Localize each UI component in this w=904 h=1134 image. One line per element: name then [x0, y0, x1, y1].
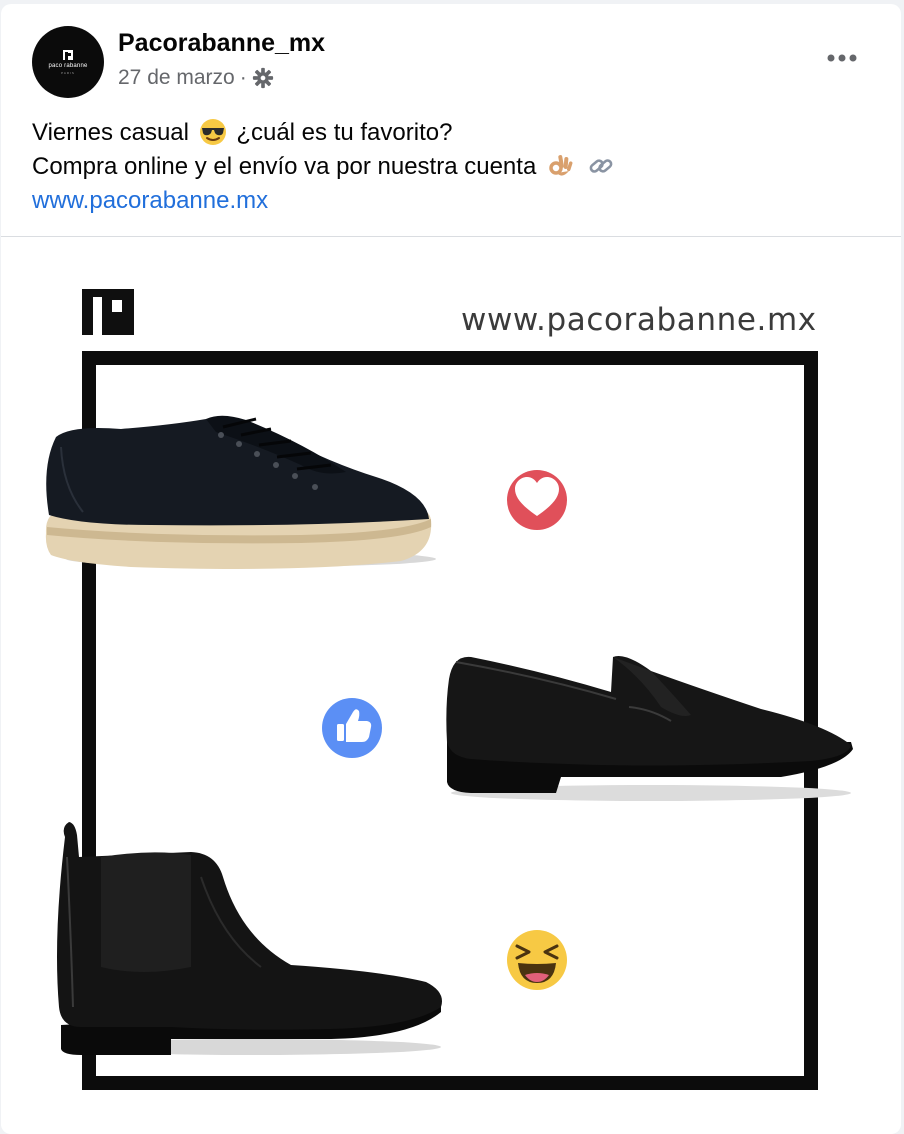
- post-meta: 27 de marzo ·: [118, 66, 274, 90]
- post-text-line-1: Viernes casual ¿cuál es tu favorito?: [32, 116, 882, 150]
- post-text-line2: Compra online y el envío va por nuestra …: [32, 153, 537, 180]
- more-options-icon: [827, 54, 857, 62]
- avatar-sub-text: PARIS: [61, 71, 75, 75]
- more-options-button[interactable]: [820, 40, 864, 76]
- avatar[interactable]: paco rabanne PARIS: [32, 26, 104, 98]
- like-reaction-icon: [322, 698, 382, 758]
- link-emoji-icon: [589, 158, 613, 173]
- haha-reaction-icon: [507, 930, 567, 990]
- post-text-line1-part2: ¿cuál es tu favorito?: [236, 119, 453, 146]
- sunglasses-emoji-icon: [199, 118, 226, 145]
- post-card: paco rabanne PARIS Pacorabanne_mx 27 de …: [1, 4, 901, 1134]
- meta-separator: ·: [239, 66, 247, 89]
- post-image-graphic: [45, 289, 853, 1090]
- black-loafer-image: [446, 655, 853, 801]
- post-text: Viernes casual ¿cuál es tu favorito? Com…: [32, 116, 882, 218]
- paco-rabanne-logo-icon: [63, 50, 73, 60]
- post-text-line1-part1: Viernes casual: [32, 119, 189, 146]
- page-name-link[interactable]: Pacorabanne_mx: [118, 29, 325, 58]
- black-sneaker-image: [45, 415, 436, 569]
- image-url-text: www.pacorabanne.mx: [461, 302, 817, 338]
- website-link[interactable]: www.pacorabanne.mx: [32, 184, 882, 218]
- post-text-line-2: Compra online y el envío va por nuestra …: [32, 150, 882, 184]
- post-image[interactable]: www.pacorabanne.mx: [1, 237, 901, 1132]
- gear-icon[interactable]: [252, 67, 274, 89]
- love-reaction-icon: [507, 470, 567, 530]
- black-chelsea-boot-image: [57, 822, 442, 1055]
- ok-hand-emoji-icon: [549, 154, 573, 176]
- post-header: paco rabanne PARIS Pacorabanne_mx 27 de …: [1, 4, 901, 104]
- avatar-brand-text: paco rabanne: [48, 63, 88, 69]
- paco-rabanne-logo: [82, 289, 134, 335]
- post-date-link[interactable]: 27 de marzo: [118, 66, 235, 90]
